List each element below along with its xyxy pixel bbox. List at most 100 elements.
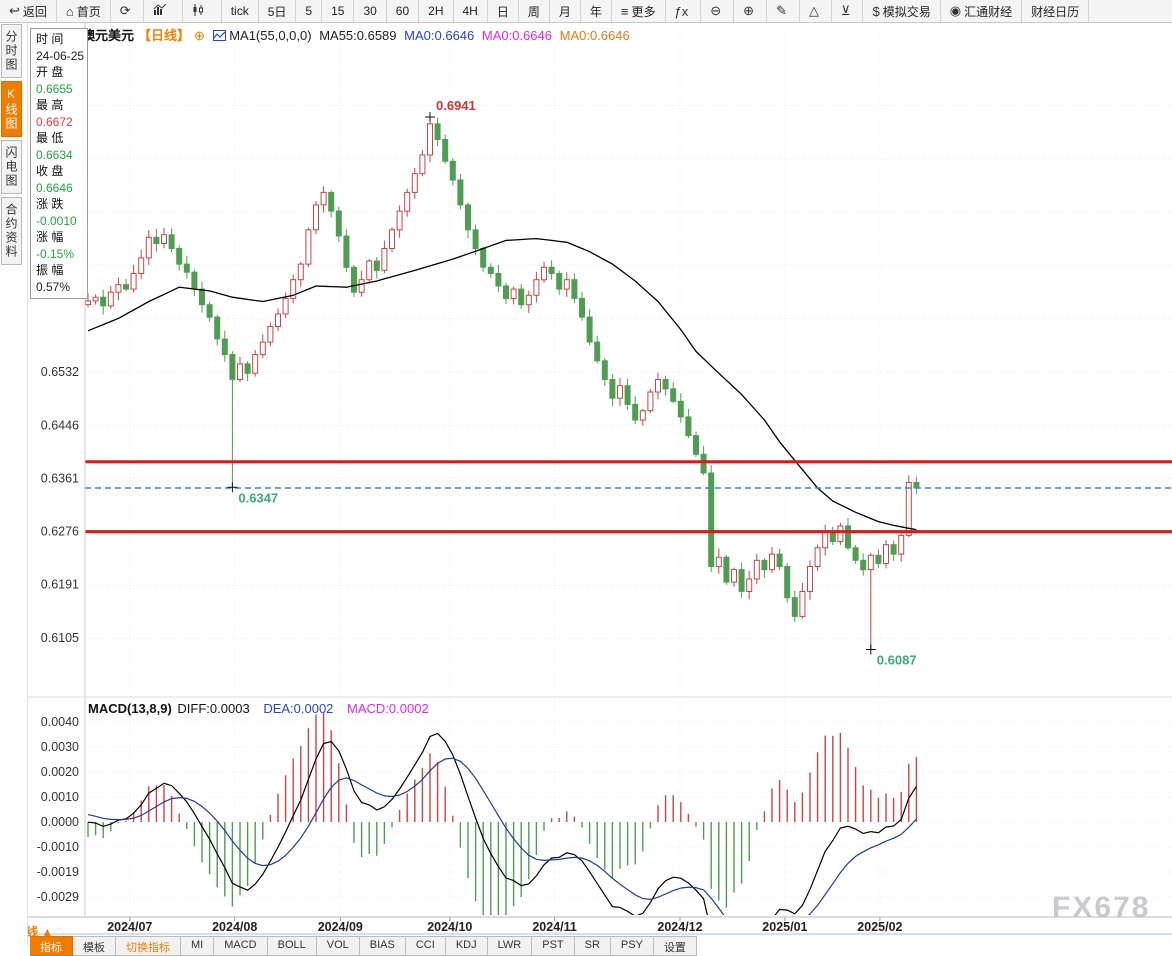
back-arrow-icon: ↩	[9, 3, 20, 19]
toolbar-button-sim-trade[interactable]: $ 模拟交易	[863, 0, 940, 22]
toolbar-button-m60[interactable]: 60	[387, 0, 419, 22]
toolbar-label: 4H	[463, 4, 478, 18]
svg-text:0.6347: 0.6347	[238, 490, 278, 505]
toolbar-button-zoom-in[interactable]: ⊕	[734, 0, 767, 22]
indicator-tab-VOL[interactable]: VOL	[317, 936, 360, 956]
svg-text:-0.0010: -0.0010	[37, 840, 79, 854]
toolbar-label: 首页	[77, 3, 101, 20]
toolbar-button-refresh[interactable]: ⟳	[111, 0, 144, 22]
svg-text:0.0030: 0.0030	[41, 740, 79, 754]
dollar-icon: $	[872, 4, 879, 19]
candlesticks[interactable]	[86, 117, 919, 650]
info-label: 涨 跌	[31, 196, 87, 213]
toolbar-button-year[interactable]: 年	[581, 0, 612, 22]
toolbar-label: 60	[396, 4, 409, 18]
toolbar-label: 更多	[632, 3, 656, 20]
info-label: 时 间	[31, 31, 87, 48]
svg-text:2024/12: 2024/12	[657, 920, 702, 934]
ma55-value: MA55:0.6589	[319, 28, 396, 43]
side-tab-0[interactable]: 分时图	[1, 24, 22, 78]
toolbar-button-m30[interactable]: 30	[354, 0, 386, 22]
macd-macd-value: MACD:0.0002	[347, 701, 429, 716]
indicator-tab-BOLL[interactable]: BOLL	[268, 936, 317, 956]
info-label: 开 盘	[31, 64, 87, 81]
indicator-tab-PST[interactable]: PST	[532, 936, 574, 956]
toolbar-button-more[interactable]: ≡更多	[612, 0, 666, 22]
x-axis: 2024/072024/082024/092024/102024/112024/…	[107, 30, 902, 934]
triangle-up-icon: △	[809, 3, 819, 19]
indicator-tab-LWR[interactable]: LWR	[488, 936, 533, 956]
toolbar-label: 模拟交易	[883, 3, 931, 20]
toolbar-button-triangle-down[interactable]: ⊻	[832, 0, 864, 22]
toolbar-button-h4[interactable]: 4H	[454, 0, 488, 22]
toolbar-label: 月	[559, 3, 571, 20]
chart-type-icon[interactable]	[213, 30, 226, 41]
macd-dea-value: DEA:0.0002	[263, 701, 333, 716]
top-toolbar: ↩返回⌂首页⟳tick5日51530602H4H日周月年≡更多ƒx⊖⊕✎△⊻$模…	[0, 0, 1172, 23]
indicator-tab-切换指标[interactable]: 切换指标	[116, 936, 181, 956]
toolbar-button-calendar[interactable]: 财经日历	[1022, 0, 1089, 22]
info-value: -0.0010	[31, 213, 87, 230]
svg-text:2024/10: 2024/10	[427, 920, 472, 934]
toolbar-button-fx[interactable]: ƒx	[666, 0, 702, 22]
toolbar-button-draw[interactable]: ✎	[767, 0, 800, 22]
toolbar-button-fx678-news[interactable]: ◉汇通财经	[941, 0, 1022, 22]
toolbar-button-5d[interactable]: 5日	[259, 0, 297, 22]
toolbar-button-month[interactable]: 月	[550, 0, 581, 22]
side-tab-1[interactable]: K线图	[1, 81, 22, 137]
triangle-down-icon: ⊻	[841, 3, 851, 19]
toolbar-button-home[interactable]: ⌂首页	[57, 0, 111, 22]
indicator-tab-SR[interactable]: SR	[575, 936, 611, 956]
indicator-tab-KDJ[interactable]: KDJ	[446, 936, 488, 956]
svg-text:2024/11: 2024/11	[532, 920, 577, 934]
price-annotations: 0.6941 0.6347 0.6087	[227, 98, 916, 668]
toolbar-button-day[interactable]: 日	[488, 0, 519, 22]
side-tab-2[interactable]: 闪电图	[1, 140, 22, 194]
trading-app: { "toolbar": { "items": [ {"id":"back","…	[0, 0, 1172, 946]
indicator-tab-PSY[interactable]: PSY	[611, 936, 654, 956]
ma0-value-blue: MA0:0.6646	[404, 28, 474, 43]
toolbar-button-line-chart[interactable]	[144, 0, 183, 22]
side-tab-3[interactable]: 合约资料	[1, 197, 22, 265]
function-icon: ƒx	[675, 4, 689, 19]
info-value: 0.6672	[31, 114, 87, 131]
toolbar-label: 30	[363, 4, 376, 18]
indicator-tab-CCI[interactable]: CCI	[406, 936, 446, 956]
toolbar-label: 5	[305, 4, 312, 18]
indicator-tab-指标[interactable]: 指标	[30, 936, 73, 956]
macd-header: MACD(13,8,9) DIFF:0.0003 DEA:0.0002 MACD…	[88, 701, 439, 716]
indicator-tab-模板[interactable]: 模板	[73, 936, 116, 956]
toolbar-button-m5[interactable]: 5	[296, 0, 322, 22]
svg-text:0.6532: 0.6532	[41, 365, 79, 379]
svg-text:0.6087: 0.6087	[877, 653, 917, 668]
toolbar-button-triangle-up[interactable]: △	[800, 0, 832, 22]
indicator-tab-设置[interactable]: 设置	[654, 936, 697, 956]
bar-chart-icon	[153, 4, 170, 19]
price-chart[interactable]: 2024/072024/082024/092024/102024/112024/…	[0, 0, 1172, 946]
chart-header: 澳元美元【日线】⊕ MA1(55,0,0,0) MA55:0.6589 MA0:…	[82, 25, 634, 44]
indicator-tab-MACD[interactable]: MACD	[214, 936, 267, 956]
info-label: 振 幅	[31, 262, 87, 279]
svg-text:2024/07: 2024/07	[107, 920, 152, 934]
toolbar-button-h2[interactable]: 2H	[419, 0, 453, 22]
info-value: 0.6655	[31, 81, 87, 98]
toolbar-button-zoom-out[interactable]: ⊖	[701, 0, 734, 22]
toolbar-label: 财经日历	[1031, 3, 1079, 20]
svg-text:0.6105: 0.6105	[41, 631, 79, 645]
toolbar-label: 周	[528, 3, 540, 20]
info-label: 最 低	[31, 130, 87, 147]
add-indicator-icon[interactable]: ⊕	[194, 28, 205, 43]
toolbar-button-m15[interactable]: 15	[322, 0, 354, 22]
svg-text:2024/09: 2024/09	[318, 920, 363, 934]
toolbar-button-back[interactable]: ↩返回	[0, 0, 57, 22]
toolbar-button-tick[interactable]: tick	[222, 0, 259, 22]
home-icon: ⌂	[66, 4, 74, 19]
toolbar-button-week[interactable]: 周	[519, 0, 550, 22]
indicator-tab-MI[interactable]: MI	[181, 936, 214, 956]
info-value: 0.57%	[31, 279, 87, 296]
toolbar-button-candle-chart[interactable]	[183, 0, 222, 22]
svg-text:0.6941: 0.6941	[436, 98, 476, 113]
indicator-tab-BIAS[interactable]: BIAS	[360, 936, 406, 956]
svg-text:0.6361: 0.6361	[41, 472, 79, 486]
svg-text:0.0040: 0.0040	[41, 715, 79, 729]
